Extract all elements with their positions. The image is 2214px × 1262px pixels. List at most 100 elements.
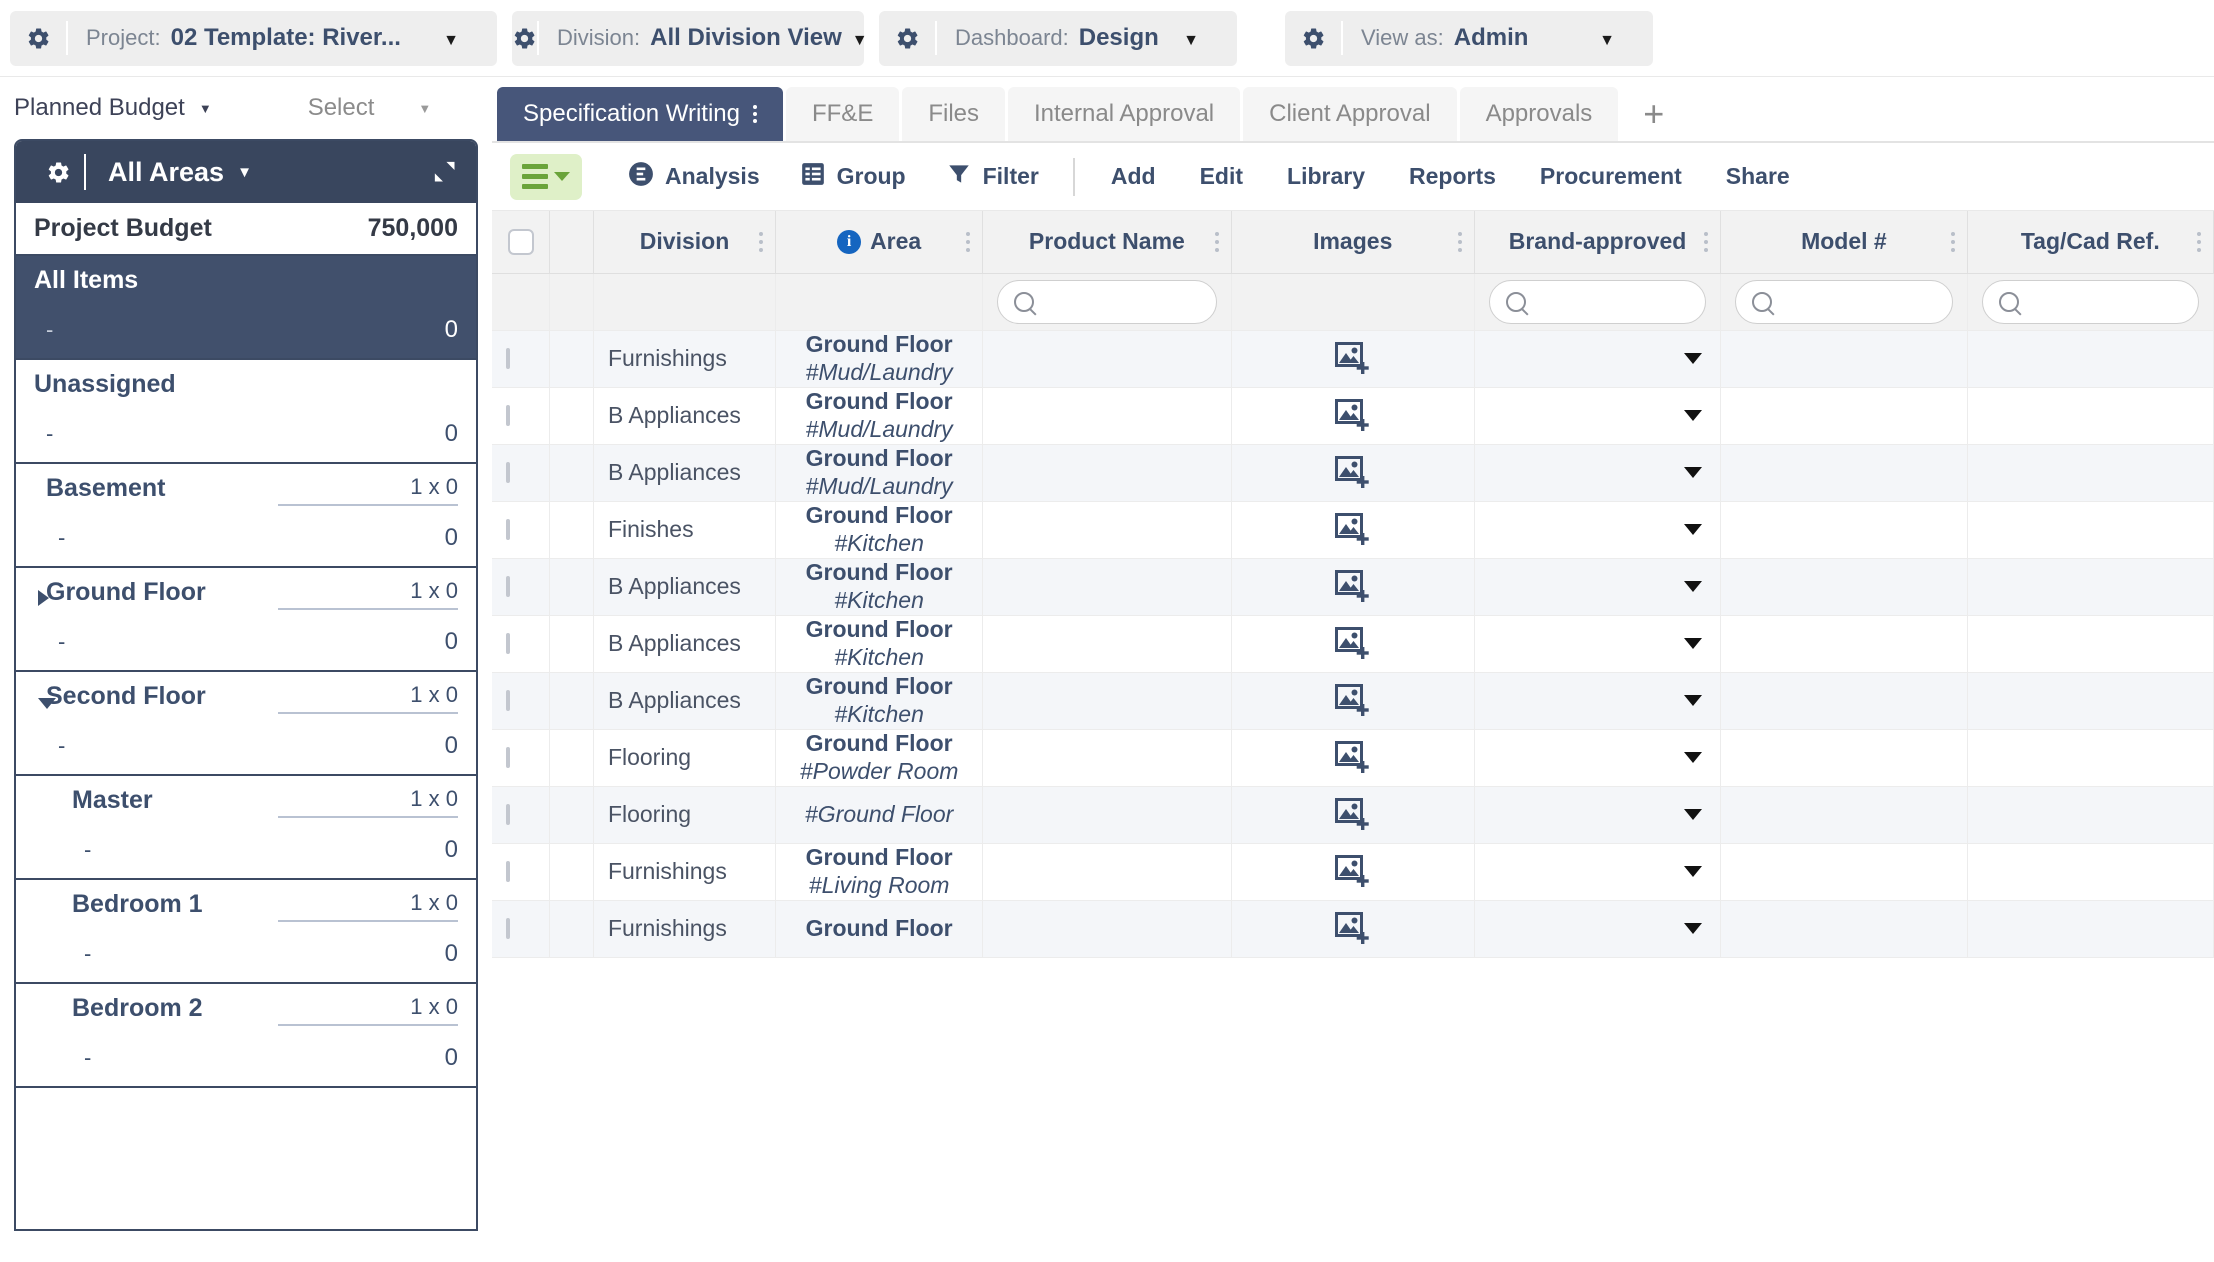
select-all-checkbox[interactable] (507, 228, 534, 255)
dashboard-selector[interactable]: Dashboard: Design ▼ (879, 10, 1237, 66)
tab-specification-writing[interactable]: Specification Writing (497, 87, 783, 141)
cell-check[interactable] (492, 444, 551, 502)
planned-budget-dropdown[interactable]: Planned Budget ▼ (14, 94, 212, 122)
area-item[interactable]: All Items - 0 (16, 256, 476, 360)
gear-icon[interactable] (512, 21, 539, 55)
cell-check[interactable] (492, 900, 551, 958)
brand-approved-dropdown[interactable] (1489, 638, 1706, 649)
brand-approved-dropdown[interactable] (1489, 353, 1706, 364)
column-menu-icon[interactable] (1214, 231, 1219, 252)
cell-check[interactable] (492, 558, 551, 616)
brand-approved-dropdown[interactable] (1489, 524, 1706, 535)
table-row[interactable]: Furnishings Ground Floor #Mud/Laundry (492, 330, 2214, 388)
reports-button[interactable]: Reports (1387, 163, 1518, 190)
brand-approved-dropdown[interactable] (1489, 410, 1706, 421)
row-checkbox[interactable] (506, 404, 510, 426)
column-header-division[interactable]: Division (593, 211, 777, 274)
search-input-product[interactable] (997, 279, 1217, 324)
add-button[interactable]: Add (1089, 163, 1178, 190)
add-image-icon[interactable] (1246, 341, 1460, 376)
area-item[interactable]: Ground Floor 1 x 0 - 0 (16, 568, 476, 672)
gear-icon[interactable] (1285, 21, 1343, 55)
area-item[interactable]: Bedroom 1 1 x 0 - 0 (16, 880, 476, 984)
area-item[interactable]: Master 1 x 0 - 0 (16, 776, 476, 880)
share-button[interactable]: Share (1704, 163, 1812, 190)
chevron-down-icon[interactable]: ▼ (443, 33, 479, 49)
edit-button[interactable]: Edit (1178, 163, 1265, 190)
add-image-icon[interactable] (1246, 398, 1460, 433)
table-row[interactable]: Furnishings Ground Floor #Living Room (492, 843, 2214, 901)
tab-files[interactable]: Files (902, 87, 1005, 141)
row-checkbox[interactable] (506, 860, 510, 882)
table-row[interactable]: Furnishings Ground Floor (492, 900, 2214, 958)
add-image-icon[interactable] (1246, 854, 1460, 889)
cell-images[interactable] (1231, 729, 1475, 787)
row-checkbox[interactable] (506, 917, 510, 939)
search-input-tagcad[interactable] (1981, 279, 2199, 324)
tab-internal-approval[interactable]: Internal Approval (1008, 87, 1241, 141)
column-menu-icon[interactable] (966, 231, 971, 252)
analysis-button[interactable]: Analysis (608, 161, 780, 193)
add-image-icon[interactable] (1246, 911, 1460, 946)
tab-client-approval[interactable]: Client Approval (1243, 87, 1457, 141)
add-tab-button[interactable]: + (1621, 87, 1686, 141)
add-image-icon[interactable] (1246, 683, 1460, 718)
row-checkbox[interactable] (506, 689, 510, 711)
brand-approved-dropdown[interactable] (1489, 467, 1706, 478)
row-checkbox[interactable] (506, 347, 510, 369)
column-menu-icon[interactable] (1457, 231, 1462, 252)
table-row[interactable]: Flooring Ground Floor #Powder Room (492, 729, 2214, 787)
cell-brand[interactable] (1474, 444, 1722, 502)
tab-menu-icon[interactable] (752, 105, 757, 123)
cell-images[interactable] (1231, 615, 1475, 673)
procurement-button[interactable]: Procurement (1518, 163, 1704, 190)
cell-images[interactable] (1231, 387, 1475, 445)
column-header-spacer[interactable] (549, 211, 594, 274)
project-selector[interactable]: Project: 02 Template: River... ▼ (10, 10, 497, 66)
brand-approved-dropdown[interactable] (1489, 866, 1706, 877)
filter-button[interactable]: Filter (926, 161, 1059, 193)
add-image-icon[interactable] (1246, 569, 1460, 604)
area-item[interactable]: Basement 1 x 0 - 0 (16, 464, 476, 568)
row-checkbox[interactable] (506, 632, 510, 654)
brand-approved-dropdown[interactable] (1489, 809, 1706, 820)
brand-approved-dropdown[interactable] (1489, 923, 1706, 934)
cell-check[interactable] (492, 501, 551, 559)
division-selector[interactable]: Division: All Division View ▼ (512, 10, 868, 66)
cell-check[interactable] (492, 843, 551, 901)
table-row[interactable]: B Appliances Ground Floor #Kitchen (492, 558, 2214, 616)
add-image-icon[interactable] (1246, 626, 1460, 661)
tab-approvals[interactable]: Approvals (1459, 87, 1619, 141)
gear-icon[interactable] (32, 154, 86, 190)
cell-brand[interactable] (1474, 786, 1722, 844)
chevron-right-icon[interactable] (38, 590, 49, 606)
row-checkbox[interactable] (506, 803, 510, 825)
cell-check[interactable] (492, 672, 551, 730)
cell-check[interactable] (492, 387, 551, 445)
search-input-brand[interactable] (1488, 279, 1707, 324)
column-header-area[interactable]: i Area (775, 211, 984, 274)
cell-images[interactable] (1231, 843, 1475, 901)
cell-brand[interactable] (1474, 672, 1722, 730)
brand-approved-dropdown[interactable] (1489, 695, 1706, 706)
gear-icon[interactable] (10, 21, 68, 55)
cell-images[interactable] (1231, 672, 1475, 730)
cell-brand[interactable] (1474, 501, 1722, 559)
table-row[interactable]: B Appliances Ground Floor #Mud/Laundry (492, 444, 2214, 502)
area-item[interactable]: Unassigned - 0 (16, 360, 476, 464)
area-item[interactable]: Bedroom 2 1 x 0 - 0 (16, 984, 476, 1088)
chevron-down-icon[interactable]: ▼ (1599, 33, 1635, 49)
cell-brand[interactable] (1474, 843, 1722, 901)
chevron-down-icon[interactable] (38, 698, 56, 709)
add-image-icon[interactable] (1246, 512, 1460, 547)
table-row[interactable]: B Appliances Ground Floor #Mud/Laundry (492, 387, 2214, 445)
table-row[interactable]: B Appliances Ground Floor #Kitchen (492, 672, 2214, 730)
cell-images[interactable] (1231, 900, 1475, 958)
collapse-expand-icon[interactable] (430, 157, 460, 187)
cell-brand[interactable] (1474, 729, 1722, 787)
chevron-down-icon[interactable]: ▼ (1183, 33, 1219, 49)
row-checkbox[interactable] (506, 746, 510, 768)
brand-approved-dropdown[interactable] (1489, 581, 1706, 592)
add-image-icon[interactable] (1246, 740, 1460, 775)
column-header-tagcad[interactable]: Tag/Cad Ref. (1967, 211, 2214, 274)
